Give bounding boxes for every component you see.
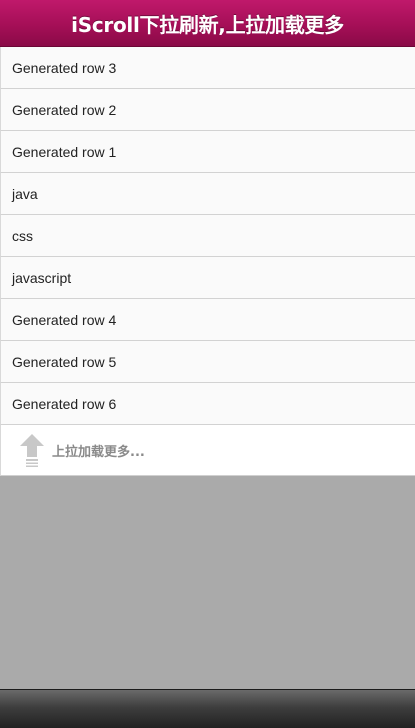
list-item[interactable]: Generated row 1 <box>0 131 415 173</box>
scroll-wrapper[interactable]: Generated row 3 Generated row 2 Generate… <box>0 47 415 689</box>
list-item[interactable]: Generated row 3 <box>0 47 415 89</box>
footer-bar <box>0 689 415 728</box>
list-item[interactable]: Generated row 5 <box>0 341 415 383</box>
list-item[interactable]: css <box>0 215 415 257</box>
list-item[interactable]: Generated row 2 <box>0 89 415 131</box>
up-arrow-icon <box>20 434 44 467</box>
list-item[interactable]: java <box>0 173 415 215</box>
pull-up-label: 上拉加载更多... <box>52 444 145 460</box>
list-item[interactable]: javascript <box>0 257 415 299</box>
header-bar: iScroll下拉刷新,上拉加载更多 <box>0 0 415 47</box>
scroller[interactable]: Generated row 3 Generated row 2 Generate… <box>0 47 415 476</box>
item-list: Generated row 3 Generated row 2 Generate… <box>0 47 415 425</box>
page-title: iScroll下拉刷新,上拉加载更多 <box>71 12 344 37</box>
list-item[interactable]: Generated row 4 <box>0 299 415 341</box>
pull-up-loader[interactable]: 上拉加载更多... <box>0 425 415 476</box>
list-item[interactable]: Generated row 6 <box>0 383 415 425</box>
